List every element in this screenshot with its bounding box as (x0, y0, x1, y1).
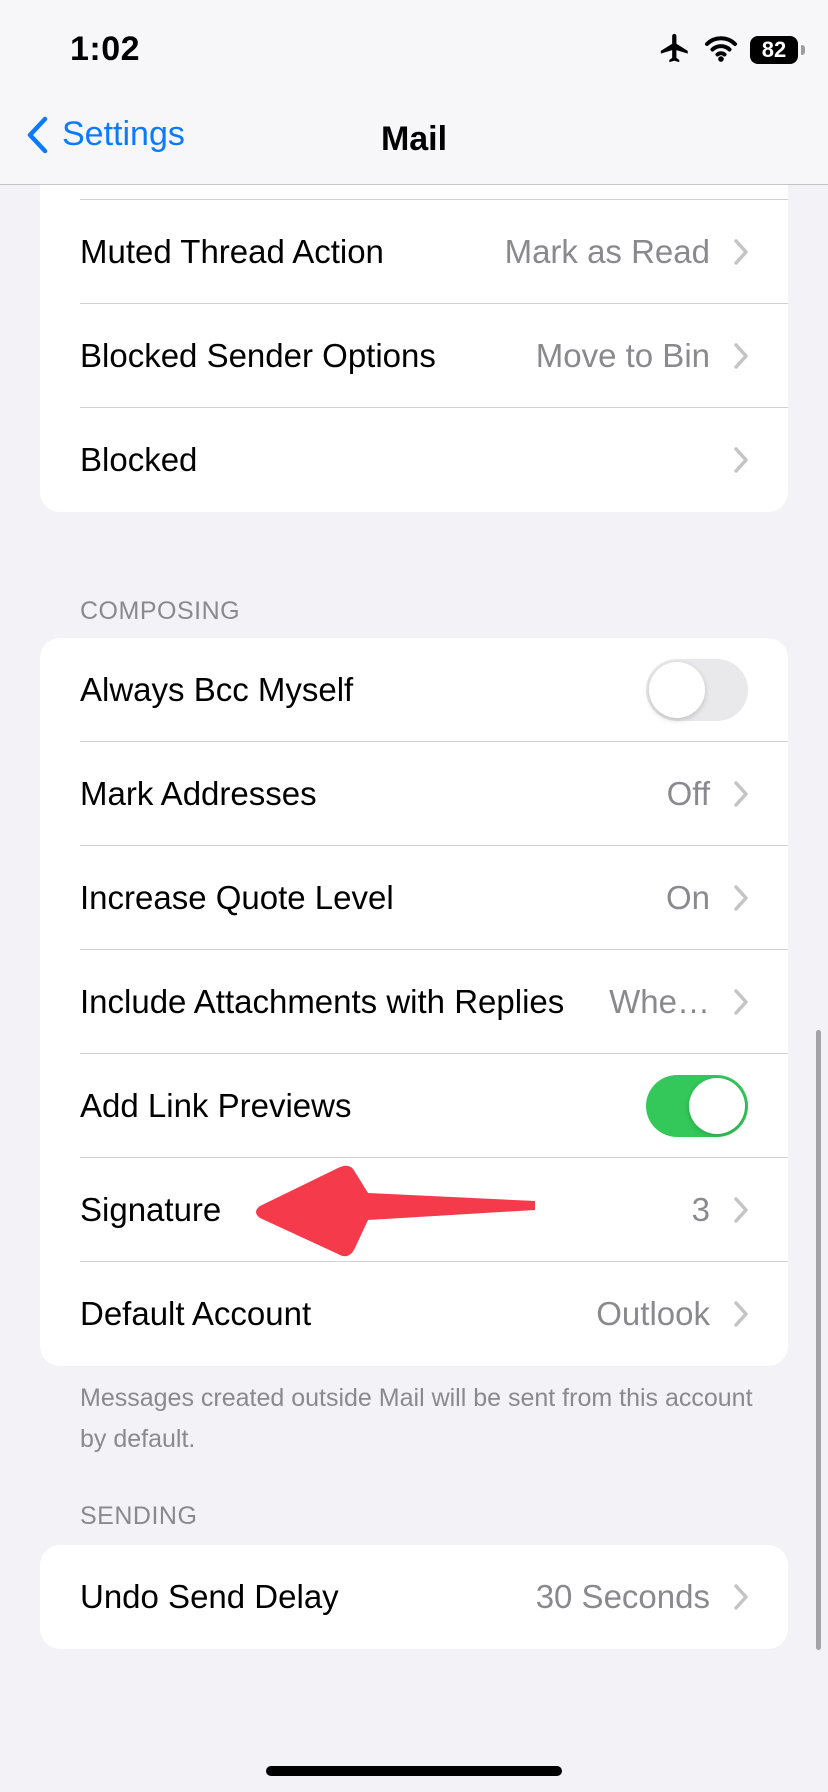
row-value: Mark as Read (504, 233, 710, 270)
chevron-right-icon (734, 781, 748, 807)
status-time: 1:02 (70, 30, 141, 68)
row-label: Blocked (80, 441, 198, 478)
battery-icon: 82 (750, 36, 805, 64)
row-value: Whe… (609, 983, 710, 1020)
row-label: Mark Addresses (80, 775, 317, 812)
include-attachments-row[interactable]: Include Attachments with Replies Whe… (40, 950, 788, 1054)
increase-quote-level-row[interactable]: Increase Quote Level On (40, 846, 788, 950)
always-bcc-toggle[interactable] (646, 659, 748, 721)
sending-section-header: SENDING (80, 1502, 198, 1530)
default-account-row[interactable]: Default Account Outlook (40, 1262, 788, 1366)
row-label: Signature (80, 1191, 222, 1228)
row-label: Include Attachments with Replies (80, 983, 565, 1020)
row-label: Increase Quote Level (80, 879, 394, 916)
add-link-previews-row: Add Link Previews (40, 1054, 788, 1158)
row-value: Off (666, 775, 710, 812)
toggle-knob (689, 1078, 745, 1134)
add-link-previews-toggle[interactable] (646, 1075, 748, 1137)
toggle-knob (649, 662, 705, 718)
composing-section-header: COMPOSING (80, 597, 241, 625)
blocked-sender-options-row[interactable]: Blocked Sender Options Move to Bin (40, 304, 788, 408)
navigation-header: 1:02 82 Settings Mail (0, 0, 828, 185)
row-label: Muted Thread Action (80, 233, 384, 270)
chevron-right-icon (734, 1197, 748, 1223)
default-account-footer: Messages created outside Mail will be se… (80, 1384, 753, 1453)
row-value: 3 (691, 1191, 710, 1228)
chevron-right-icon (734, 239, 748, 265)
row-value: On (665, 879, 710, 916)
row-value: Move to Bin (535, 337, 710, 374)
chevron-right-icon (734, 343, 748, 369)
chevron-right-icon (734, 885, 748, 911)
battery-level: 82 (761, 37, 787, 62)
chevron-right-icon (734, 1584, 748, 1610)
threading-settings-group: Muted Thread Action Mark as Read Blocked… (40, 148, 788, 512)
sending-settings-group: Undo Send Delay 30 Seconds (40, 1545, 788, 1649)
mark-addresses-row[interactable]: Mark Addresses Off (40, 742, 788, 846)
undo-send-delay-row[interactable]: Undo Send Delay 30 Seconds (40, 1545, 788, 1649)
row-label: Undo Send Delay (80, 1578, 339, 1615)
always-bcc-row: Always Bcc Myself (40, 638, 788, 742)
chevron-right-icon (734, 447, 748, 473)
annotation-arrow-icon (256, 1165, 535, 1257)
home-indicator (266, 1766, 562, 1776)
status-icons: 82 (658, 30, 805, 70)
chevron-right-icon (734, 989, 748, 1015)
row-value: 30 Seconds (535, 1578, 710, 1615)
muted-thread-action-row[interactable]: Muted Thread Action Mark as Read (40, 200, 788, 304)
row-label: Default Account (80, 1295, 312, 1332)
wifi-icon (704, 34, 738, 67)
row-value: Outlook (596, 1295, 710, 1332)
row-label: Add Link Previews (80, 1087, 352, 1124)
airplane-icon (658, 31, 692, 70)
scroll-indicator (816, 1030, 821, 1650)
blocked-row[interactable]: Blocked (40, 408, 788, 512)
row-label: Blocked Sender Options (80, 337, 436, 374)
page-title: Mail (380, 120, 448, 158)
chevron-right-icon (734, 1301, 748, 1327)
row-label: Always Bcc Myself (80, 671, 354, 708)
